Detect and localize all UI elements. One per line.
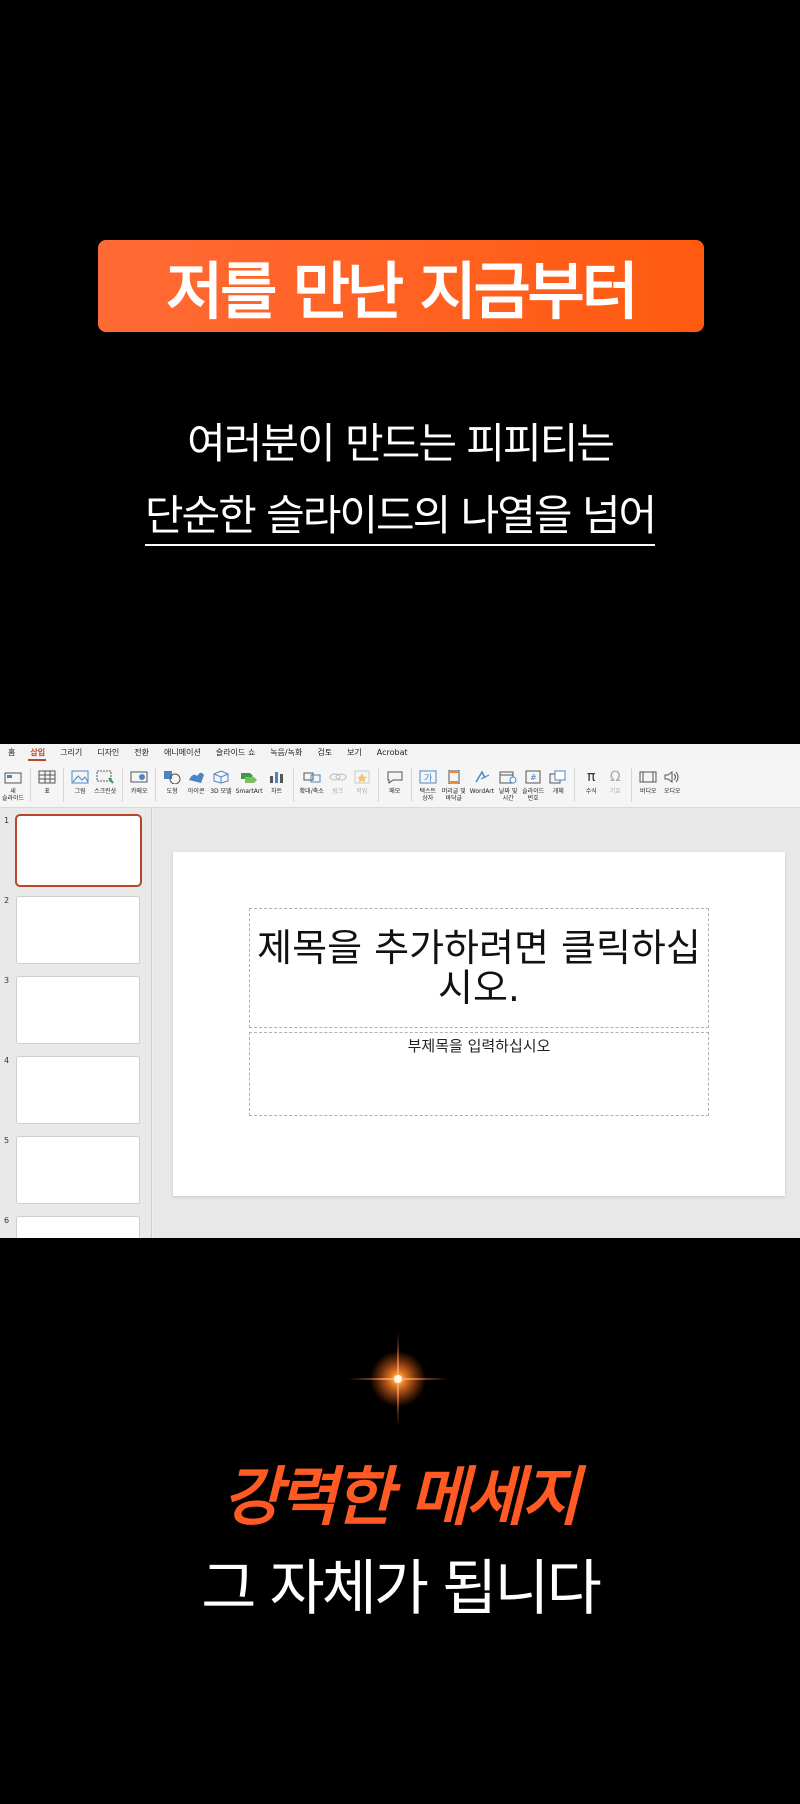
strong-message: 강력한 메세지 [222,1461,581,1535]
closing-line: 그 자체가 됩니다 [201,1554,602,1624]
sparkle-core [394,1375,402,1383]
